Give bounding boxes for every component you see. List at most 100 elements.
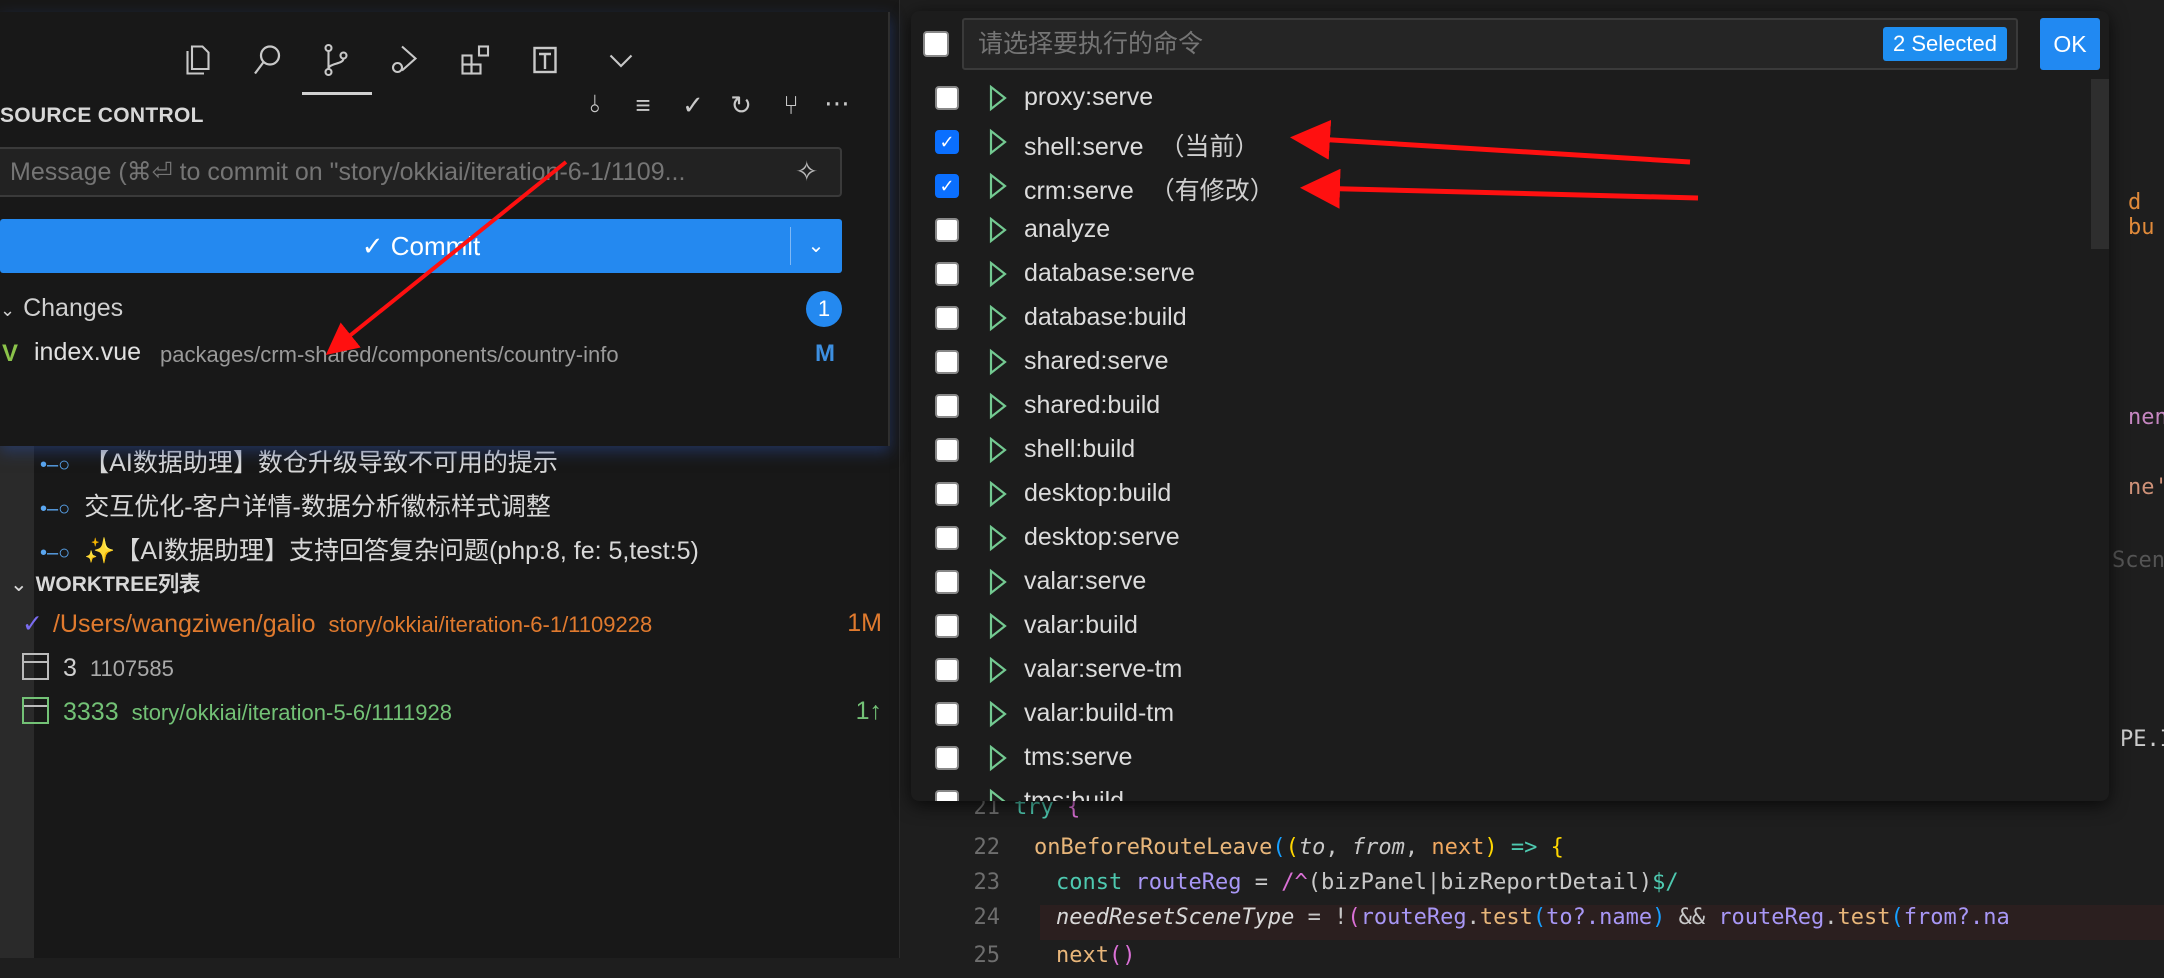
command-item[interactable]: desktop:serve xyxy=(911,517,2081,561)
code-token: /^ xyxy=(1281,870,1308,895)
checkbox[interactable] xyxy=(935,526,959,550)
window-icon xyxy=(22,697,49,724)
code-token: = xyxy=(1241,870,1282,895)
source-control-panel: SOURCE CONTROL ⫰ ≡ ✓ ↻ ⑂ ⋯ ✧ ✓ Commit ⌄ … xyxy=(0,12,890,446)
command-item[interactable]: desktop:build xyxy=(911,473,2081,517)
changed-file-row[interactable]: V index.vue packages/crm-shared/componen… xyxy=(0,338,850,374)
source-control-icon[interactable] xyxy=(318,42,354,78)
command-item[interactable]: ✓ crm:serve （有修改） xyxy=(911,165,2081,209)
command-item[interactable]: valar:build-tm xyxy=(911,693,2081,737)
sparkle-icon[interactable]: ✧ xyxy=(795,155,818,188)
command-label: valar:serve-tm xyxy=(1024,655,1183,683)
branch-graph-icon[interactable]: ⫰ xyxy=(580,90,610,120)
checkbox[interactable] xyxy=(935,614,959,638)
command-item[interactable]: valar:serve-tm xyxy=(911,649,2081,693)
active-tab-indicator xyxy=(302,92,372,95)
search-icon[interactable] xyxy=(249,42,285,78)
commit-item[interactable]: •–○ ✨【AI数据助理】支持回答复杂问题(php:8, fe: 5,test:5… xyxy=(40,531,699,567)
code-token: ( xyxy=(1347,905,1361,930)
run-debug-icon[interactable] xyxy=(387,42,423,78)
more-actions-icon[interactable]: ⋯ xyxy=(822,88,852,118)
worktree-section-header[interactable]: ⌄ WORKTREE列表 xyxy=(10,568,200,598)
command-label: tms:serve xyxy=(1024,743,1133,771)
checkbox[interactable] xyxy=(935,394,959,418)
ok-button[interactable]: OK xyxy=(2040,18,2100,70)
checkbox[interactable] xyxy=(935,482,959,506)
worktree-row[interactable]: 3333 story/okkiai/iteration-5-6/1111928 1… xyxy=(22,697,882,733)
editor-fragment: PE.I xyxy=(2120,727,2164,752)
checkbox[interactable] xyxy=(935,218,959,242)
command-item[interactable]: analyze xyxy=(911,209,2081,253)
select-all-checkbox[interactable] xyxy=(923,31,949,57)
explorer-icon[interactable] xyxy=(180,42,216,78)
extensions-icon[interactable] xyxy=(458,42,494,78)
command-item[interactable]: tms:build xyxy=(911,781,2081,801)
test-icon[interactable] xyxy=(527,42,563,78)
checkbox[interactable] xyxy=(935,262,959,286)
checkbox[interactable] xyxy=(935,658,959,682)
play-icon xyxy=(989,788,1006,801)
code-token: next xyxy=(1056,943,1109,968)
command-label: shared:serve xyxy=(1024,347,1169,375)
command-item[interactable]: proxy:serve xyxy=(911,77,2081,121)
scrollbar[interactable] xyxy=(2091,79,2109,249)
code-token: needResetSceneType xyxy=(1056,905,1295,930)
worktree-row[interactable]: 3 1107585 xyxy=(22,653,882,689)
checkbox[interactable] xyxy=(935,86,959,110)
play-icon xyxy=(989,656,1007,684)
checked-checkbox[interactable]: ✓ xyxy=(935,130,959,154)
command-item[interactable]: shell:build xyxy=(911,429,2081,473)
panel-title: SOURCE CONTROL xyxy=(0,104,204,127)
checkbox[interactable] xyxy=(935,570,959,594)
checkbox[interactable] xyxy=(935,746,959,770)
checkbox[interactable] xyxy=(935,438,959,462)
code-token: , xyxy=(1404,835,1432,860)
command-item[interactable]: shared:serve xyxy=(911,341,2081,385)
command-label: valar:build-tm xyxy=(1024,699,1175,727)
divider xyxy=(790,227,791,265)
check-icon: ✓ xyxy=(22,610,43,638)
code-token: ) xyxy=(1484,835,1498,860)
play-icon xyxy=(989,700,1007,728)
command-item[interactable]: tms:serve xyxy=(911,737,2081,781)
command-item[interactable]: ✓ shell:serve （当前） xyxy=(911,121,2081,165)
checkbox[interactable] xyxy=(935,350,959,374)
command-item[interactable]: database:build xyxy=(911,297,2081,341)
command-label: valar:serve xyxy=(1024,567,1147,595)
refresh-icon[interactable]: ↻ xyxy=(726,90,756,120)
play-icon xyxy=(989,84,1007,112)
commit-check-icon[interactable]: ✓ xyxy=(678,90,708,120)
command-label: shell:serve xyxy=(1024,133,1144,161)
command-item[interactable]: valar:serve xyxy=(911,561,2081,605)
list-view-icon[interactable]: ≡ xyxy=(628,90,658,120)
command-item[interactable]: database:serve xyxy=(911,253,2081,297)
chevron-down-icon: ⌄ xyxy=(10,573,28,596)
window-icon xyxy=(22,653,49,680)
commit-item[interactable]: •–○ 交互优化-客户详情-数据分析徽标样式调整 xyxy=(40,487,551,523)
commit-button[interactable]: ✓ Commit xyxy=(0,219,842,273)
checkbox[interactable] xyxy=(935,790,959,801)
commit-message-input[interactable] xyxy=(0,147,842,197)
checkbox[interactable] xyxy=(935,306,959,330)
play-icon xyxy=(989,128,1007,156)
code-token: $/ xyxy=(1652,870,1679,895)
checked-checkbox[interactable]: ✓ xyxy=(935,174,959,198)
more-chevron-icon[interactable] xyxy=(603,42,639,78)
commit-dropdown-chevron-icon[interactable]: ⌄ xyxy=(798,226,834,266)
changes-section-header[interactable]: ⌄ Changes xyxy=(0,294,123,323)
code-token: { xyxy=(1550,835,1564,860)
play-icon xyxy=(989,524,1007,552)
code-token: next xyxy=(1431,835,1485,860)
command-item[interactable]: shared:build xyxy=(911,385,2081,429)
command-filter-input[interactable] xyxy=(962,18,2018,70)
command-item[interactable]: valar:build xyxy=(911,605,2081,649)
commit-node-icon: •–○ xyxy=(40,542,71,564)
editor-fragment: ne' xyxy=(2128,475,2164,500)
checkbox[interactable] xyxy=(935,702,959,726)
code-token: = ! xyxy=(1294,905,1348,930)
commit-item[interactable]: •–○ 【AI数据助理】数仓升级导致不可用的提示 xyxy=(40,443,558,479)
code-token: onBeforeRouteLeave xyxy=(1034,835,1273,860)
worktree-row[interactable]: ✓/Users/wangziwen/galio story/okkiai/ite… xyxy=(22,609,882,645)
pull-request-icon[interactable]: ⑂ xyxy=(776,90,806,120)
play-icon xyxy=(989,392,1007,420)
